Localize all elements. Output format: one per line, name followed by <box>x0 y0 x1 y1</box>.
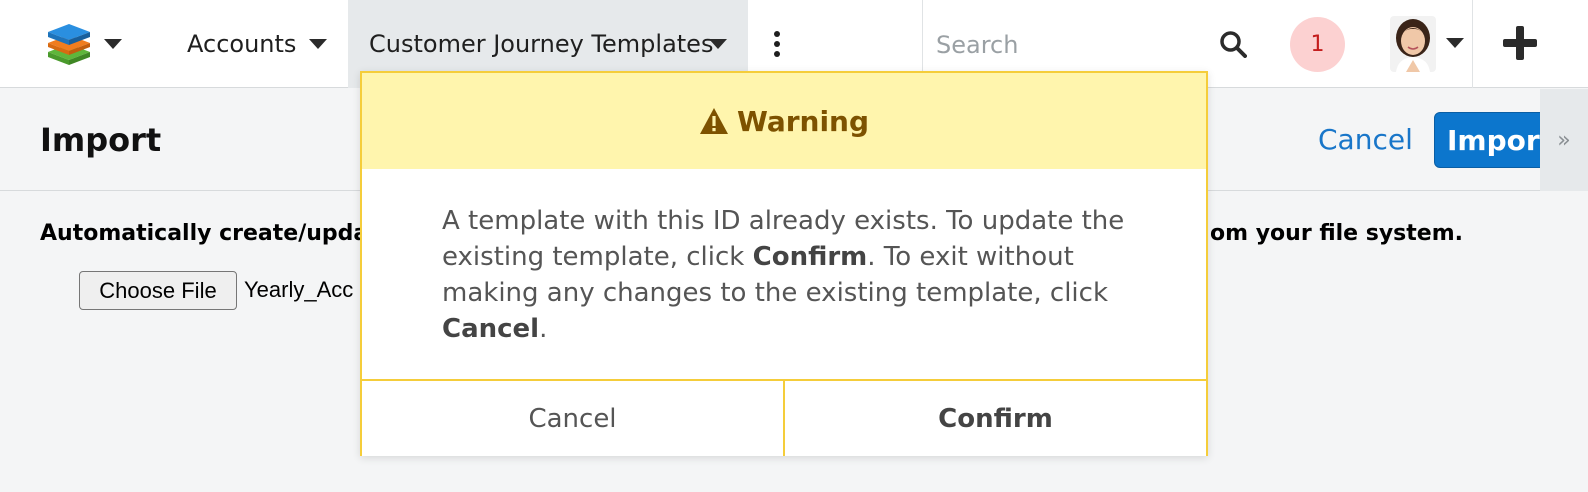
tab-customer-journey-templates-label: Customer Journey Templates <box>369 30 714 58</box>
notifications-badge[interactable]: 1 <box>1290 17 1345 72</box>
warning-dialog-header: Warning <box>362 73 1206 169</box>
message-confirm-word: Confirm <box>752 242 868 272</box>
app-logo-icon[interactable] <box>46 22 92 66</box>
user-avatar[interactable] <box>1390 16 1436 72</box>
search-icon[interactable] <box>1219 30 1247 58</box>
warning-dialog-title: Warning <box>736 104 870 138</box>
import-button[interactable]: Import <box>1434 112 1554 168</box>
import-instruction-text-tail: om your file system. <box>1210 221 1463 246</box>
logo-menu-chevron-down-icon[interactable] <box>104 39 122 49</box>
header-cancel-button[interactable]: Cancel <box>1318 123 1413 156</box>
plus-icon[interactable] <box>1503 26 1537 60</box>
user-menu-chevron-down-icon[interactable] <box>1446 38 1464 48</box>
selected-file-name: Yearly_Acc <box>244 277 354 302</box>
warning-dialog: Warning A template with this ID already … <box>360 71 1208 456</box>
message-cancel-word: Cancel <box>442 314 540 344</box>
tab-accounts[interactable]: Accounts <box>187 0 296 88</box>
sidebar-toggle-double-chevron-icon[interactable]: » <box>1540 89 1588 191</box>
notifications-count: 1 <box>1310 32 1325 57</box>
tab-accounts-label: Accounts <box>187 30 297 58</box>
dialog-cancel-button[interactable]: Cancel <box>362 381 785 456</box>
choose-file-button[interactable]: Choose File <box>79 271 237 310</box>
warning-icon <box>699 108 728 134</box>
search-input[interactable] <box>936 26 1216 64</box>
dialog-confirm-button[interactable]: Confirm <box>785 381 1206 456</box>
page-title: Import <box>40 121 162 159</box>
customer-journey-templates-chevron-down-icon[interactable] <box>709 39 727 49</box>
message-text-3: . <box>539 314 548 344</box>
warning-dialog-message: A template with this ID already exists. … <box>442 203 1142 347</box>
accounts-chevron-down-icon[interactable] <box>309 39 327 49</box>
warning-dialog-footer: Cancel Confirm <box>362 379 1206 456</box>
import-instruction-text: Automatically create/updat <box>40 221 379 246</box>
more-tabs-kebab-icon[interactable] <box>774 31 780 57</box>
nav-divider <box>1472 0 1473 88</box>
